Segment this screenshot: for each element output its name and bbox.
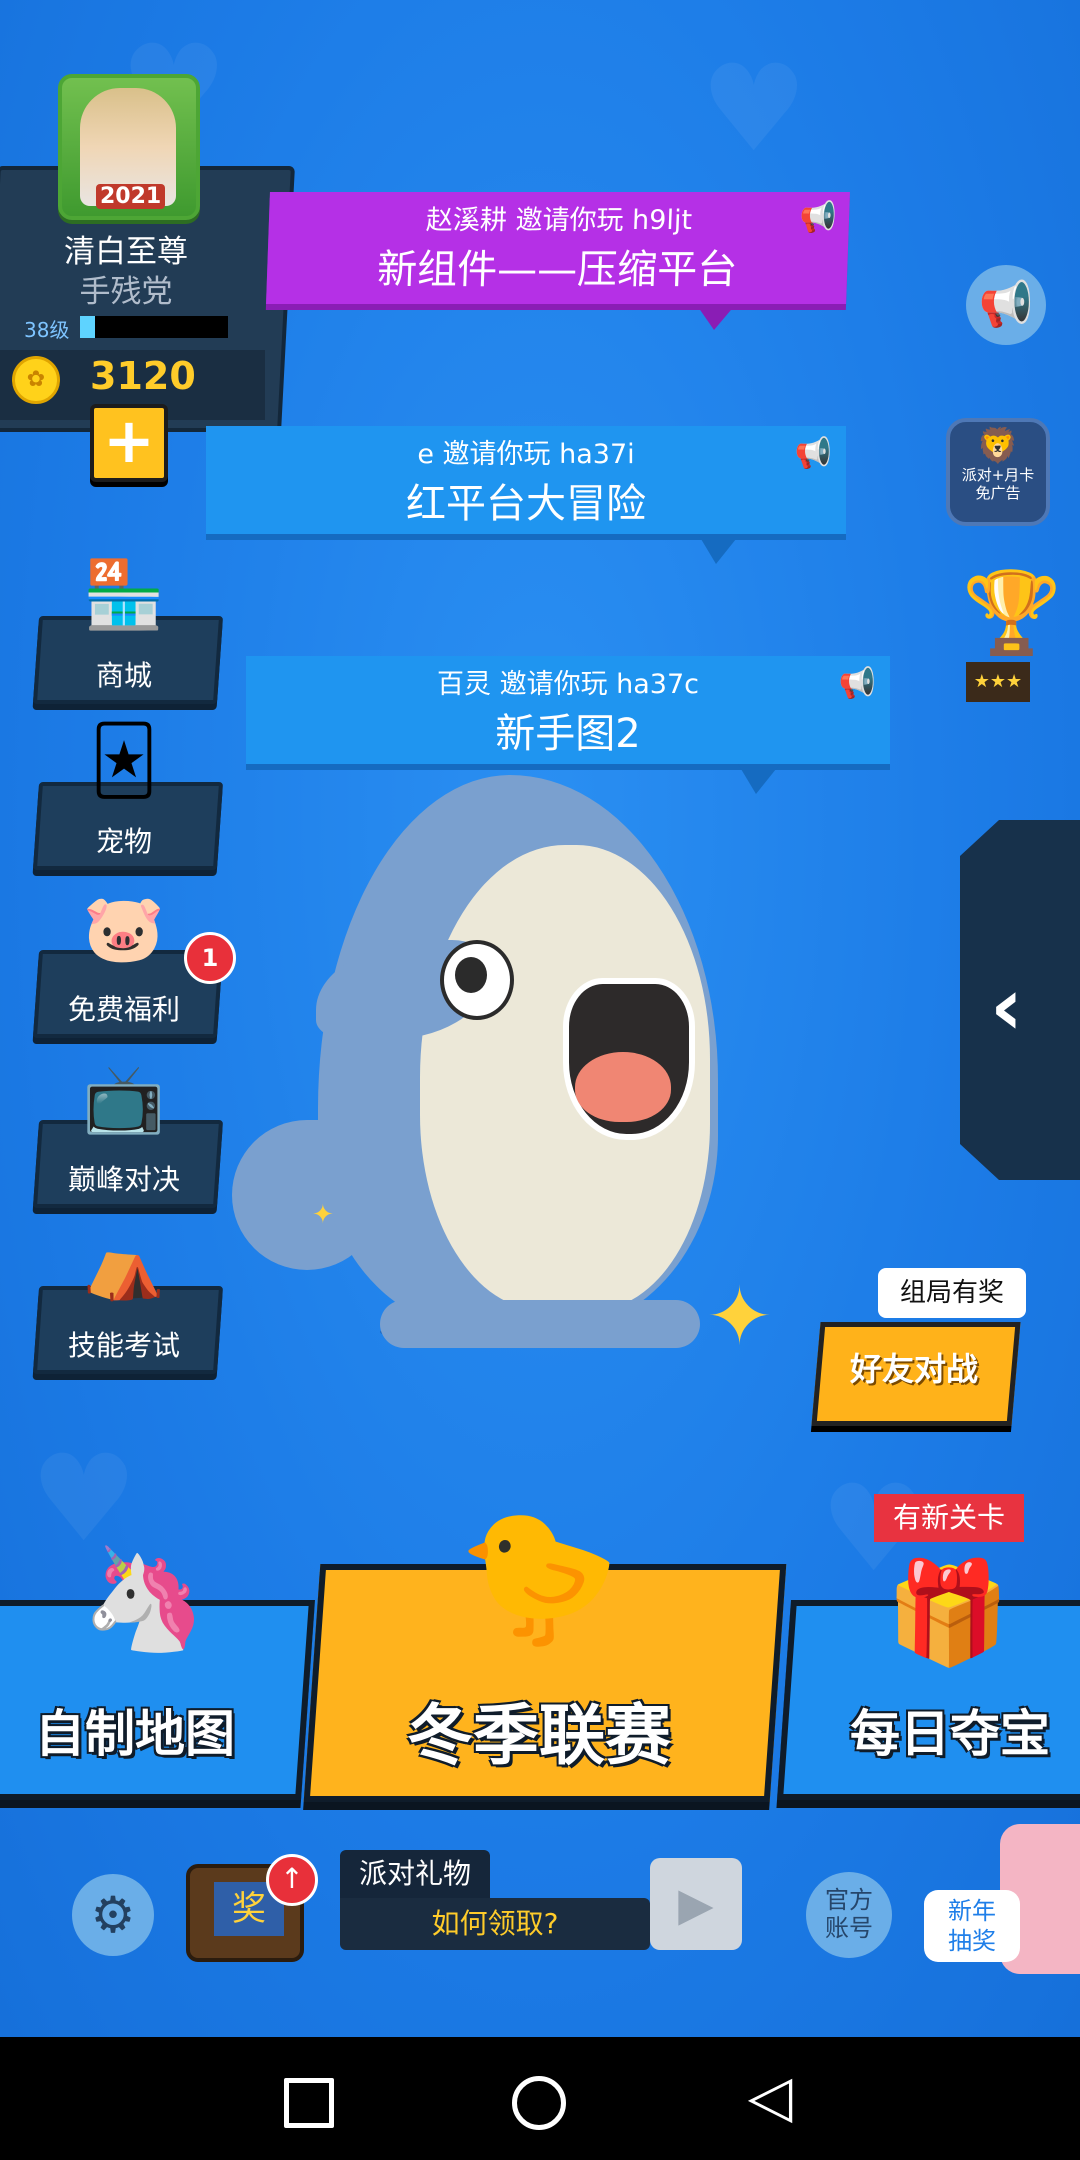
- shop-icon: 🏪: [82, 556, 166, 633]
- invite-inviter: 百灵 邀请你玩 ha37c: [436, 669, 700, 700]
- tent-icon: ⛺: [82, 1226, 166, 1303]
- player-title: 手残党: [79, 274, 173, 310]
- back-button[interactable]: ◁: [740, 2066, 800, 2126]
- sparkle-icon: ✦: [706, 1270, 774, 1363]
- xp-bar: [80, 316, 228, 338]
- pet-cards-icon: 🃏: [90, 722, 158, 799]
- megaphone-icon: 📢: [794, 436, 832, 471]
- bubble-tail: [696, 304, 736, 330]
- invite-bubble-1[interactable]: 赵溪耕 邀请你玩 h9ljt 新组件——压缩平台 📢: [266, 192, 850, 304]
- invite-inviter: e 邀请你玩 ha37i: [417, 439, 635, 470]
- new-year-lottery-button[interactable]: 新年 抽奖: [924, 1890, 1020, 1962]
- game-lobby: ♥ ♥ ♥ ♥ ♥ 2021 清白至尊 手残党 38级 ✿ 3120 + 赵溪耕…: [0, 0, 1080, 2037]
- tv-icon: 📺: [82, 1060, 166, 1137]
- menu-skill-exam-label: 技能考试: [67, 1329, 180, 1362]
- menu-pet-label: 宠物: [95, 825, 152, 858]
- piggy-bank-icon: 🐷: [82, 890, 166, 967]
- invite-map-name: 新手图2: [495, 711, 641, 757]
- home-button[interactable]: [512, 2076, 566, 2130]
- official-account-button[interactable]: 官方 账号: [806, 1872, 892, 1958]
- arrow-up-icon: ↑: [266, 1854, 318, 1906]
- trophy-button[interactable]: 🏆 ★★★: [952, 566, 1062, 706]
- notification-badge: 1: [184, 932, 236, 984]
- friend-battle-tooltip: 组局有奖: [878, 1268, 1026, 1318]
- trophy-icon: 🏆: [962, 566, 1062, 659]
- bubble-tail: [738, 764, 780, 794]
- player-level: 38级: [24, 318, 70, 342]
- christmas-chick-icon: 🐤: [458, 1500, 620, 1652]
- settings-button[interactable]: ⚙: [72, 1874, 154, 1956]
- new-level-badge: 有新关卡: [874, 1494, 1024, 1542]
- invite-inviter: 赵溪耕 邀请你玩 h9ljt: [425, 205, 693, 236]
- xp-bar-fill: [80, 316, 95, 338]
- player-name: 清白至尊: [64, 234, 188, 270]
- treasure-chest-icon: 🎁: [885, 1554, 1011, 1671]
- stars-icon: ★★★: [966, 662, 1030, 702]
- party-monthly-card-button[interactable]: 🦁 派对+月卡 免广告: [946, 418, 1050, 526]
- daily-treasure-label: 每日夺宝: [850, 1705, 1050, 1763]
- lion-icon: 🦁: [976, 426, 1020, 466]
- unicorn-mascot-icon: 🦄: [81, 1540, 207, 1657]
- recent-apps-button[interactable]: [284, 2078, 334, 2128]
- invite-map-name: 红平台大冒险: [406, 481, 646, 527]
- avatar[interactable]: 2021: [58, 74, 200, 220]
- menu-free-welfare-label: 免费福利: [67, 993, 180, 1026]
- winter-league-label: 冬季联赛: [407, 1697, 671, 1774]
- shark-pupil: [455, 957, 487, 993]
- party-gift-how-to-claim[interactable]: 如何领取?: [340, 1898, 650, 1950]
- sparkle-icon: ✦: [312, 1200, 334, 1230]
- invite-map-name: 新组件——压缩平台: [376, 247, 739, 293]
- avatar-year-badge: 2021: [96, 184, 166, 209]
- party-card-text: 派对+月卡 免广告: [961, 466, 1035, 502]
- menu-shop-label: 商城: [95, 659, 152, 692]
- official-account-label: 官方 账号: [825, 1886, 873, 1942]
- add-coins-button[interactable]: +: [90, 404, 168, 482]
- invite-bubble-3[interactable]: 百灵 邀请你玩 ha37c 新手图2 📢: [246, 656, 890, 764]
- bubble-tail: [698, 534, 740, 564]
- shark-feet: [380, 1300, 700, 1348]
- announcement-button[interactable]: 📢: [966, 265, 1046, 345]
- heart-decor-icon: ♥: [700, 40, 808, 179]
- coin-icon: ✿: [12, 356, 60, 404]
- megaphone-icon: 📢: [978, 279, 1034, 330]
- video-chest-icon[interactable]: ▶: [650, 1858, 742, 1950]
- coin-count: 3120: [90, 354, 196, 398]
- megaphone-icon: 📢: [838, 666, 876, 701]
- custom-map-label: 自制地图: [35, 1705, 235, 1763]
- party-gift-title[interactable]: 派对礼物: [340, 1850, 490, 1898]
- chevron-left-icon[interactable]: ‹: [990, 960, 1023, 1053]
- lottery-label: 新年 抽奖: [948, 1897, 996, 1955]
- invite-bubble-2[interactable]: e 邀请你玩 ha37i 红平台大冒险 📢: [206, 426, 846, 534]
- menu-peak-battle-label: 巅峰对决: [67, 1163, 180, 1196]
- megaphone-icon: 📢: [799, 200, 838, 235]
- friend-battle-label: 好友对战: [849, 1350, 978, 1388]
- shark-tongue: [575, 1052, 671, 1122]
- gear-icon: ⚙: [90, 1886, 136, 1944]
